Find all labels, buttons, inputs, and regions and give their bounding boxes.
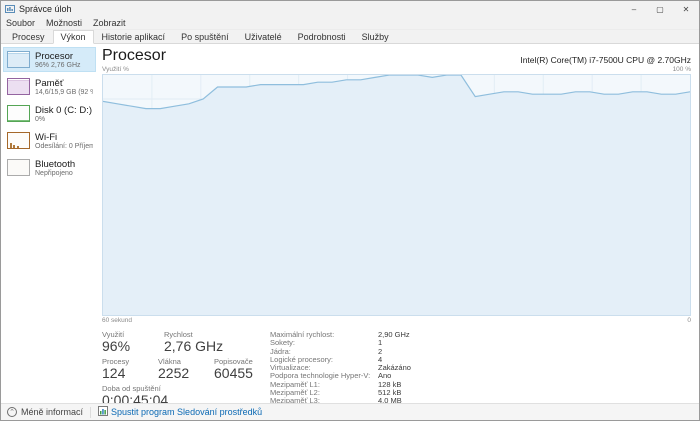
tab-po-spusteni[interactable]: Po spuštění: [173, 30, 237, 44]
stat-rychlost: Rychlost 2,76 GHz: [164, 330, 223, 354]
resource-monitor-label: Spustit program Sledování prostředků: [111, 407, 262, 417]
statusbar-divider: [90, 407, 91, 418]
maximize-icon[interactable]: ▢: [647, 1, 673, 17]
wifi-mini-graph-icon: [7, 132, 30, 149]
tab-uzivatele[interactable]: Uživatelé: [237, 30, 290, 44]
page-title: Procesor: [102, 47, 166, 65]
sidebar-item-subtitle: Nepřipojeno: [35, 170, 75, 178]
sidebar-item-title: Paměť: [35, 78, 93, 89]
spec-row: Jádra:2: [270, 348, 691, 356]
window-title: Správce úloh: [19, 4, 621, 14]
statusbar: ⌃ Méně informací Spustit program Sledová…: [1, 403, 699, 420]
disk-mini-graph-icon: [7, 105, 30, 122]
axis-label-100pct: 100 %: [673, 66, 691, 73]
axis-label-0: 0: [687, 317, 691, 324]
spec-row: Podpora technologie Hyper-V:Ano: [270, 372, 691, 380]
spec-row: Sokety:1: [270, 339, 691, 347]
cpu-model-name: Intel(R) Core(TM) i7-7500U CPU @ 2.70GHz: [520, 55, 691, 65]
memory-mini-graph-icon: [7, 78, 30, 95]
cpu-usage-chart: [102, 74, 691, 316]
resource-monitor-icon: [98, 406, 108, 418]
tab-historie-aplikaci[interactable]: Historie aplikací: [94, 30, 174, 44]
sidebar-item-subtitle: 14,6/15,9 GB (92 %): [35, 89, 93, 97]
sidebar-item-subtitle: Odesílání: 0 Příjem: 0 kb/s: [35, 143, 93, 151]
bluetooth-mini-graph-icon: [7, 159, 30, 176]
sidebar-item-pamet[interactable]: Paměť 14,6/15,9 GB (92 %): [3, 74, 96, 99]
cpu-stats: Využití 96% Rychlost 2,76 GHz Procesy 12…: [102, 325, 691, 403]
tab-sluzby[interactable]: Služby: [354, 30, 397, 44]
sidebar-item-disk[interactable]: Disk 0 (C: D:) 0%: [3, 101, 96, 126]
stat-popisovace: Popisovače 60455: [214, 357, 253, 381]
stat-vlakna: Vlákna 2252: [158, 357, 210, 381]
cpu-detail-panel: Procesor Intel(R) Core(TM) i7-7500U CPU …: [96, 45, 699, 403]
spec-row: Maximální rychlost:2,90 GHz: [270, 331, 691, 339]
sidebar-item-wifi[interactable]: Wi-Fi Odesílání: 0 Příjem: 0 kb/s: [3, 128, 96, 153]
less-details-toggle[interactable]: ⌃ Méně informací: [7, 407, 83, 417]
menu-zobrazit[interactable]: Zobrazit: [93, 18, 126, 28]
performance-sidebar: Procesor 96% 2,76 GHz Paměť 14,6/15,9 GB…: [1, 45, 96, 403]
sidebar-item-title: Wi-Fi: [35, 132, 93, 143]
sidebar-item-title: Disk 0 (C: D:): [35, 105, 92, 116]
sidebar-item-subtitle: 0%: [35, 116, 92, 124]
menu-moznosti[interactable]: Možnosti: [46, 18, 82, 28]
spec-row: Logické procesory:4: [270, 356, 691, 364]
cpu-mini-graph-icon: [7, 51, 30, 68]
stat-doba-od-spusteni: Doba od spuštění 0:00:45:04: [102, 384, 168, 403]
spec-row: Mezipaměť L1:128 kB: [270, 381, 691, 389]
sidebar-item-procesor[interactable]: Procesor 96% 2,76 GHz: [3, 47, 96, 72]
sidebar-item-title: Bluetooth: [35, 159, 75, 170]
stat-vyuziti: Využití 96%: [102, 330, 160, 354]
menu-soubor[interactable]: Soubor: [6, 18, 35, 28]
axis-label-60s: 60 sekund: [102, 317, 132, 324]
axis-label-utilization: Využití %: [102, 66, 129, 73]
performance-pane: Procesor 96% 2,76 GHz Paměť 14,6/15,9 GB…: [1, 45, 699, 403]
sidebar-item-title: Procesor: [35, 51, 81, 62]
sidebar-item-bluetooth[interactable]: Bluetooth Nepřipojeno: [3, 155, 96, 180]
open-resource-monitor-link[interactable]: Spustit program Sledování prostředků: [98, 406, 262, 418]
spec-row: Mezipaměť L2:512 kB: [270, 389, 691, 397]
cpu-usage-chart-svg: [103, 75, 690, 315]
tab-vykon[interactable]: Výkon: [53, 30, 94, 44]
close-icon[interactable]: ✕: [673, 1, 699, 17]
minimize-icon[interactable]: –: [621, 1, 647, 17]
sidebar-item-subtitle: 96% 2,76 GHz: [35, 62, 81, 70]
tab-procesy[interactable]: Procesy: [4, 30, 53, 44]
tab-podrobnosti[interactable]: Podrobnosti: [290, 30, 354, 44]
tabbar: Procesy Výkon Historie aplikací Po spušt…: [1, 30, 699, 44]
cpu-spec-list: Maximální rychlost:2,90 GHz Sokety:1 Jád…: [270, 330, 691, 403]
less-details-label: Méně informací: [21, 407, 83, 417]
chevron-up-icon: ⌃: [7, 407, 17, 417]
stat-procesy: Procesy 124: [102, 357, 154, 381]
app-icon: [5, 4, 15, 14]
titlebar: Správce úloh – ▢ ✕: [1, 1, 699, 17]
task-manager-window: Správce úloh – ▢ ✕ Soubor Možnosti Zobra…: [0, 0, 700, 421]
menubar: Soubor Možnosti Zobrazit: [1, 17, 699, 30]
